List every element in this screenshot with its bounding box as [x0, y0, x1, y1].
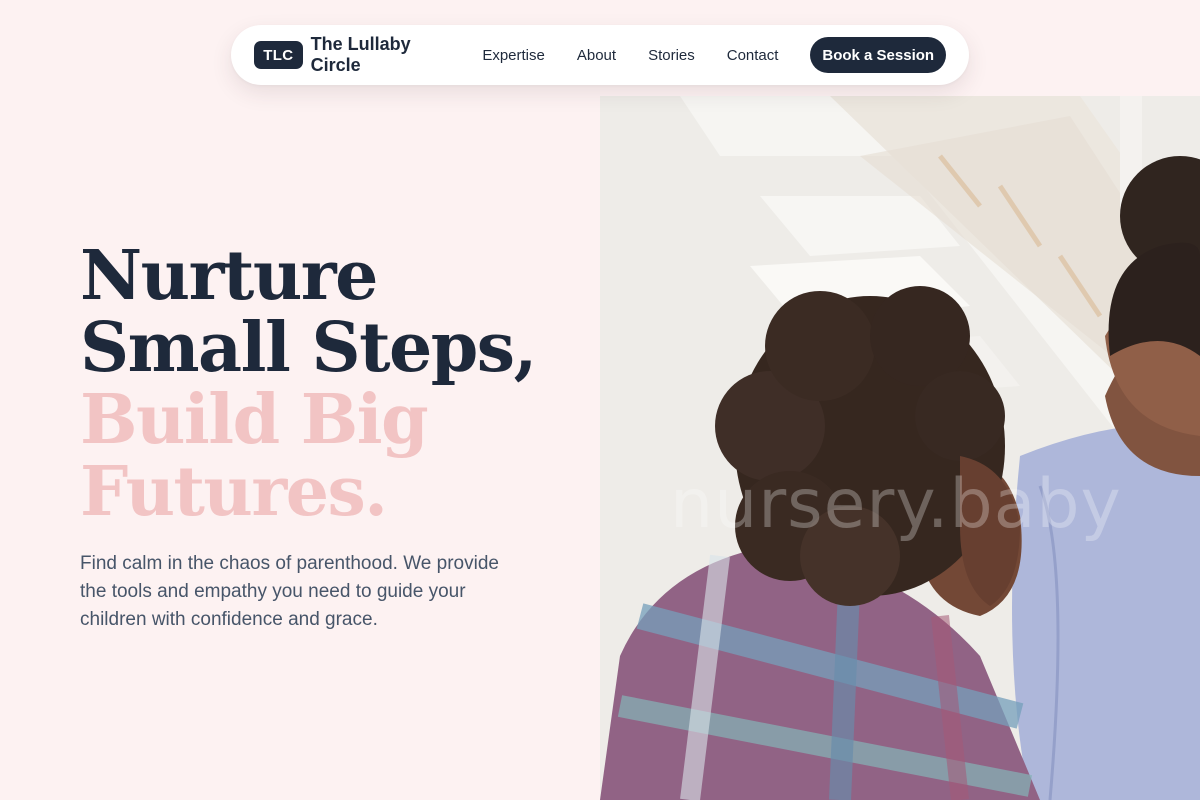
nav-link-expertise[interactable]: Expertise	[482, 47, 545, 64]
hero-title-line: Nurture	[80, 236, 378, 316]
nav-links: Expertise About Stories Contact	[482, 47, 810, 64]
hero-subtitle: Find calm in the chaos of parenthood. We…	[80, 553, 499, 630]
hero-title-line: Small Steps,	[80, 308, 537, 388]
top-navbar: TLC The Lullaby Circle Expertise About S…	[231, 25, 969, 85]
nav-link-about[interactable]: About	[577, 47, 616, 64]
brand[interactable]: TLC The Lullaby Circle	[254, 34, 458, 76]
hero-title: Nurture Small Steps, Build Big Futures.	[80, 240, 580, 528]
hero-title-accent-line: Futures.	[80, 452, 388, 532]
hero-title-accent-line: Build Big	[80, 380, 429, 460]
hero-photo	[600, 96, 1200, 800]
hero-photo-illustration	[600, 96, 1200, 800]
brand-name[interactable]: The Lullaby Circle	[311, 34, 459, 76]
nav-link-stories[interactable]: Stories	[648, 47, 695, 64]
book-session-button[interactable]: Book a Session	[810, 37, 946, 73]
logo-badge[interactable]: TLC	[254, 41, 303, 69]
nav-link-contact[interactable]: Contact	[727, 47, 779, 64]
